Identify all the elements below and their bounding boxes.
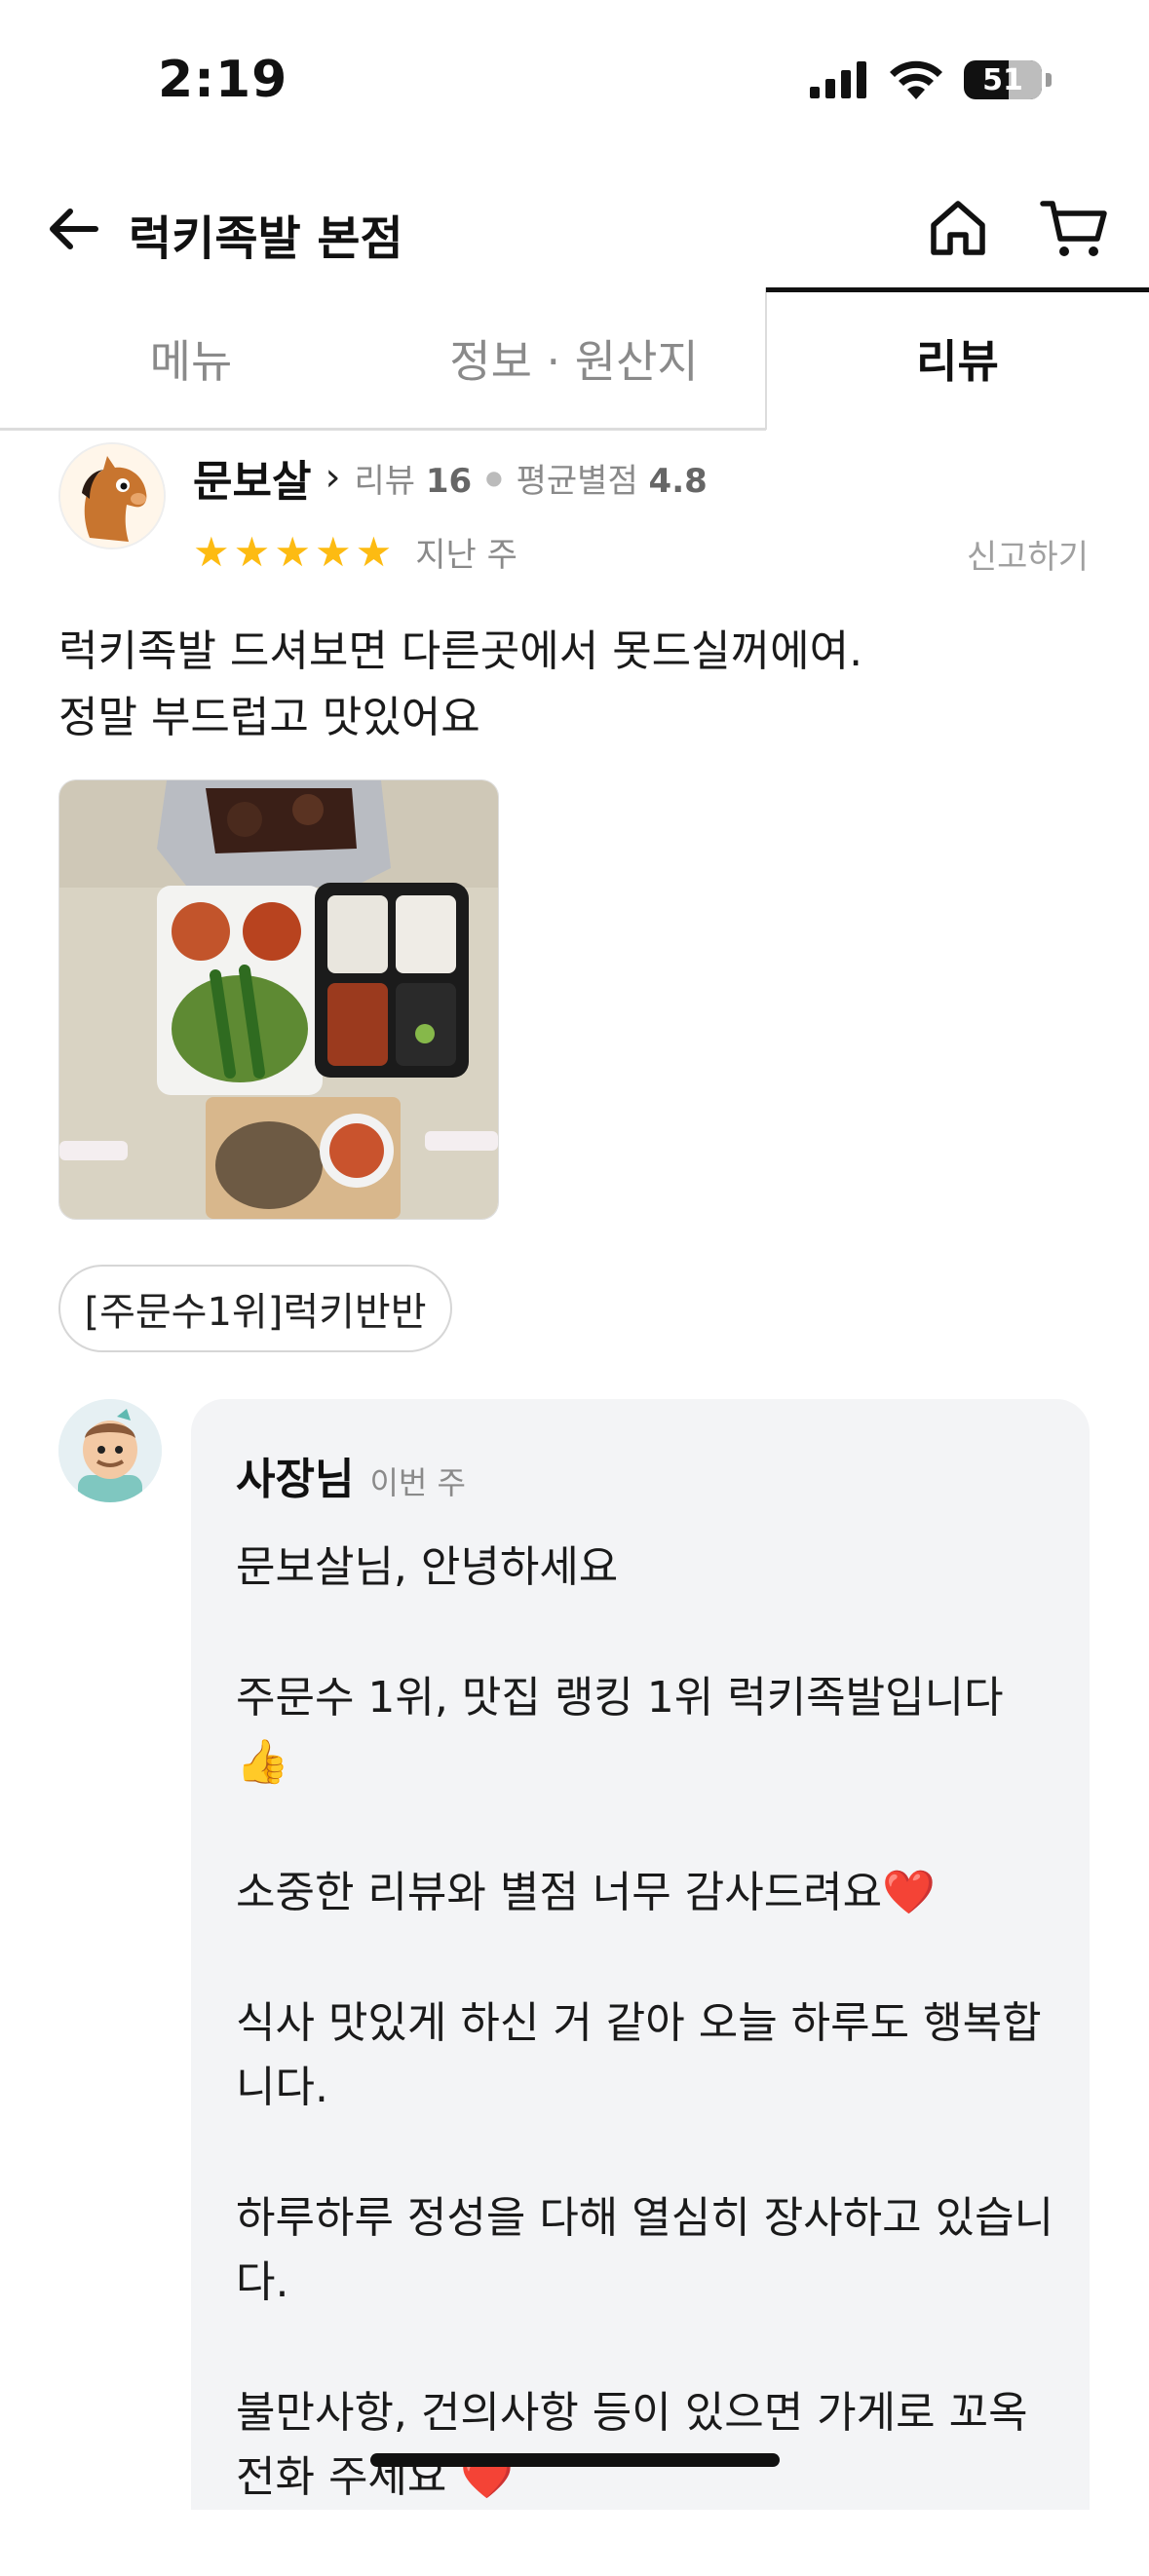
home-indicator[interactable] bbox=[370, 2453, 780, 2467]
tab-active-indicator bbox=[766, 287, 1149, 292]
review-count-value: 16 bbox=[425, 461, 473, 501]
tab-active-border bbox=[765, 287, 767, 430]
home-icon[interactable] bbox=[926, 196, 990, 260]
reply-paragraph: 소중한 리뷰와 별점 너무 감사드려요❤️ bbox=[236, 1868, 936, 1917]
battery-level: 51 bbox=[982, 62, 1023, 97]
review-text-line: 럭키족발 드셔보면 다른곳에서 못드실꺼에여. bbox=[58, 626, 863, 676]
star-icon: ★ bbox=[233, 527, 271, 576]
review-count-label: 리뷰 bbox=[354, 461, 416, 501]
reviewer-avatar[interactable] bbox=[58, 442, 166, 549]
owner-reply-header: 사장님 이번 주 bbox=[236, 1444, 466, 1506]
food-photo-image bbox=[59, 780, 498, 1219]
reply-paragraph: 불만사항, 건의사항 등이 있으면 가게로 꼬옥 전화 주세요 ❤️ bbox=[236, 2388, 1028, 2502]
chevron-right-icon[interactable]: › bbox=[325, 455, 340, 500]
star-icon: ★ bbox=[314, 527, 352, 576]
owner-reply-card: 사장님 이번 주 문보살님, 안녕하세요 주문수 1위, 맛집 랭킹 1위 럭키… bbox=[191, 1399, 1090, 2510]
reviewer-avg-rating: 평균별점 4.8 bbox=[517, 454, 708, 502]
tab-divider bbox=[0, 428, 766, 431]
ordered-menu-chip[interactable]: [주문수1위]럭키반반 bbox=[58, 1265, 452, 1352]
reply-paragraph: 주문수 1위, 맛집 랭킹 1위 럭키족발입니다👍 bbox=[236, 1673, 1004, 1787]
review-photo[interactable] bbox=[58, 779, 499, 1220]
review-time: 지난 주 bbox=[415, 536, 517, 575]
star-icon: ★ bbox=[193, 527, 230, 576]
status-icons: 51 bbox=[810, 60, 1052, 99]
cart-icon[interactable] bbox=[1039, 196, 1109, 260]
top-app-bar: 럭키족발 본점 bbox=[0, 170, 1149, 287]
wifi-icon bbox=[890, 60, 942, 99]
reply-paragraph: 문보살님, 안녕하세요 bbox=[236, 1542, 619, 1592]
owner-character-icon bbox=[58, 1399, 162, 1502]
horse-avatar-icon bbox=[60, 444, 164, 548]
reply-paragraph: 하루하루 정성을 다해 열심히 장사하고 있습니다. bbox=[236, 2193, 1054, 2307]
reply-paragraph: 식사 맛있게 하신 거 같아 오늘 하루도 행복합니다. bbox=[236, 1998, 1042, 2112]
signal-icon bbox=[810, 61, 866, 98]
report-link[interactable]: 신고하기 bbox=[967, 530, 1089, 578]
reviewer-info: 문보살 › 리뷰 16 ● 평균별점 4.8 bbox=[193, 446, 708, 509]
tab-info-origin[interactable]: 정보 · 원산지 bbox=[382, 287, 766, 430]
meta-separator: ● bbox=[485, 466, 503, 489]
tab-menu[interactable]: 메뉴 bbox=[0, 287, 382, 430]
star-icon: ★ bbox=[274, 527, 311, 576]
status-time: 2:19 bbox=[158, 51, 288, 109]
review-text: 럭키족발 드셔보면 다른곳에서 못드실꺼에여. 정말 부드럽고 맛있어요 bbox=[58, 619, 862, 751]
back-arrow-icon[interactable] bbox=[43, 198, 105, 260]
review-text-line: 정말 부드럽고 맛있어요 bbox=[58, 693, 480, 742]
owner-label: 사장님 bbox=[236, 1455, 355, 1504]
tab-bar: 메뉴 정보 · 원산지 리뷰 bbox=[0, 287, 1149, 431]
owner-reply-text: 문보살님, 안녕하세요 주문수 1위, 맛집 랭킹 1위 럭키족발입니다👍 소중… bbox=[236, 1535, 1054, 2576]
reviewer-name[interactable]: 문보살 bbox=[193, 446, 311, 509]
star-icon: ★ bbox=[355, 527, 393, 576]
owner-avatar bbox=[58, 1399, 162, 1502]
battery-nub bbox=[1046, 73, 1052, 87]
store-title: 럭키족발 본점 bbox=[129, 211, 403, 266]
reviewer-review-count: 리뷰 16 bbox=[354, 454, 472, 502]
owner-reply-time: 이번 주 bbox=[369, 1464, 466, 1501]
avg-rating-label: 평균별점 bbox=[516, 461, 638, 501]
star-rating: ★ ★ ★ ★ ★ 지난 주 bbox=[193, 528, 517, 576]
tab-reviews[interactable]: 리뷰 bbox=[766, 287, 1149, 430]
battery-icon: 51 bbox=[964, 60, 1042, 99]
avg-rating-value: 4.8 bbox=[648, 461, 708, 501]
status-bar: 2:19 51 bbox=[0, 0, 1149, 170]
